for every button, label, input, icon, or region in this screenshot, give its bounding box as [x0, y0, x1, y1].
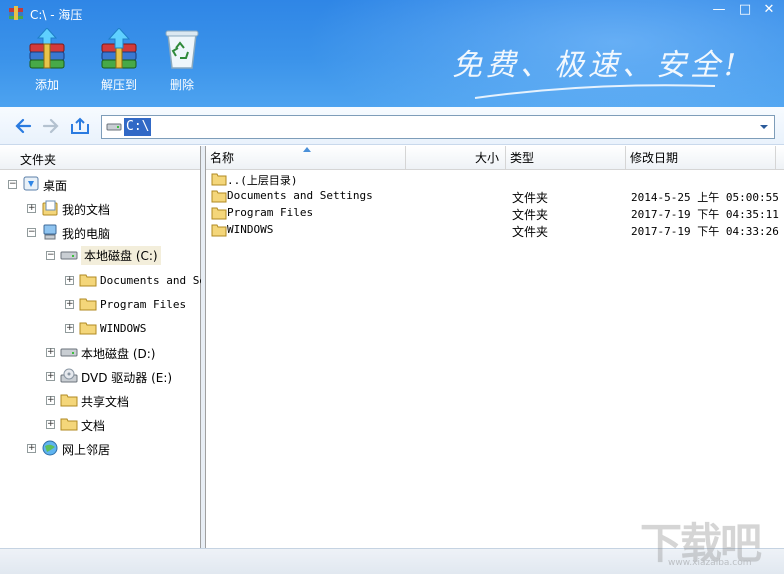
collapse-toggle[interactable]: − — [8, 180, 17, 189]
file-type: 文件夹 — [512, 208, 549, 222]
slogan: 免费、极速、安全! — [452, 48, 741, 83]
folder-icon — [79, 322, 97, 335]
expand-toggle[interactable]: + — [27, 204, 36, 213]
list-header: 名称 大小 类型 修改日期 — [206, 146, 784, 170]
tree-item-label: 网上邻居 — [62, 443, 111, 457]
collapse-toggle[interactable]: − — [46, 251, 55, 260]
expand-toggle[interactable]: + — [46, 396, 55, 405]
list-item[interactable]: Program Files 文件夹 2017-7-19 下午 04:35:11 — [206, 205, 784, 222]
tree-header: 文件夹 — [0, 146, 200, 170]
watermark-url: www.xiazaiba.com — [668, 558, 752, 568]
tree-item-label: 我的文档 — [62, 203, 111, 217]
app-logo-icon — [9, 6, 23, 20]
back-arrow-icon[interactable] — [14, 116, 34, 136]
expand-toggle[interactable]: + — [46, 372, 55, 381]
folder-icon — [60, 394, 78, 407]
collapse-toggle[interactable]: − — [27, 228, 36, 237]
desktop-icon — [23, 176, 39, 191]
extract-to-button[interactable]: 解压到 — [88, 28, 150, 98]
folder-icon — [211, 207, 227, 220]
folder-icon — [79, 274, 97, 287]
path-value[interactable]: C:\ — [124, 118, 152, 136]
minimize-button[interactable]: — — [710, 2, 728, 18]
file-modified: 2017-7-19 下午 04:35:11 — [631, 208, 779, 221]
tree-item-label: 文档 — [81, 419, 106, 433]
add-button[interactable]: 添加 — [16, 28, 78, 98]
tree-item-label: 本地磁盘 (C:) — [81, 246, 161, 265]
recycle-bin-icon — [165, 30, 199, 69]
close-button[interactable]: ✕ — [760, 2, 778, 18]
column-header-name[interactable]: 名称 — [206, 146, 406, 170]
list-item-parent-dir[interactable]: ..(上层目录) — [206, 171, 784, 188]
network-icon — [42, 440, 58, 456]
file-name: ..(上层目录) — [227, 174, 298, 187]
folder-icon — [211, 190, 227, 203]
file-modified: 2014-5-25 上午 05:00:55 — [631, 191, 779, 204]
tree-item-label: 本地磁盘 (D:) — [81, 347, 156, 361]
file-modified: 2017-7-19 下午 04:33:26 — [631, 225, 779, 238]
tree-item-label: Documents and Se — [100, 274, 206, 287]
tree-item-label: 我的电脑 — [62, 227, 111, 241]
dvd-icon — [60, 368, 78, 383]
slogan-swoosh — [474, 84, 716, 99]
expand-toggle[interactable]: + — [65, 300, 74, 309]
folder-icon — [60, 418, 78, 431]
file-name: Documents and Settings — [227, 189, 373, 202]
delete-label: 删除 — [169, 78, 194, 92]
file-type: 文件夹 — [512, 225, 549, 239]
add-label: 添加 — [34, 78, 59, 92]
expand-toggle[interactable]: + — [65, 324, 74, 333]
folder-tree: 文件夹 − 桌面 + 我的文档 − 我的电脑 − 本地磁盘 (C:) + Doc… — [0, 146, 206, 548]
folder-icon — [79, 298, 97, 311]
path-combobox[interactable]: C:\ — [101, 115, 775, 139]
tree-item-label: 共享文档 — [81, 395, 130, 409]
folder-icon — [211, 224, 227, 237]
computer-icon — [43, 224, 57, 240]
expand-toggle[interactable]: + — [65, 276, 74, 285]
expand-toggle[interactable]: + — [46, 348, 55, 357]
watermark: 下载吧 www.xiazaiba.com — [640, 510, 780, 570]
maximize-button[interactable]: □ — [736, 2, 754, 18]
tree-item-label: 桌面 — [43, 179, 68, 193]
drive-icon — [106, 123, 122, 131]
expand-toggle[interactable]: + — [27, 444, 36, 453]
delete-button[interactable]: 删除 — [151, 28, 213, 98]
column-header-modified[interactable]: 修改日期 — [626, 146, 776, 170]
column-header-size[interactable]: 大小 — [406, 146, 506, 170]
file-type: 文件夹 — [512, 191, 549, 205]
drive-icon — [60, 251, 78, 260]
extract-archive-icon — [101, 28, 137, 69]
tree-header-label: 文件夹 — [20, 153, 57, 167]
list-item[interactable]: Documents and Settings 文件夹 2014-5-25 上午 … — [206, 188, 784, 205]
tree-item-label: DVD 驱动器 (E:) — [81, 371, 173, 385]
file-name: Program Files — [227, 206, 314, 219]
forward-arrow-icon[interactable] — [40, 116, 60, 136]
documents-icon — [42, 200, 58, 216]
list-item[interactable]: WINDOWS 文件夹 2017-7-19 下午 04:33:26 — [206, 222, 784, 239]
tree-item-label: Program Files — [100, 298, 187, 311]
window-title: C:\ - 海压 — [30, 8, 83, 22]
title-bar: C:\ - 海压 — □ ✕ — [0, 0, 784, 26]
tree-item-label: WINDOWS — [100, 322, 147, 335]
folder-icon — [211, 173, 227, 186]
add-archive-icon — [29, 28, 65, 69]
chevron-down-icon[interactable] — [757, 120, 771, 134]
extract-to-label: 解压到 — [100, 78, 137, 92]
up-folder-icon[interactable] — [70, 116, 90, 136]
header: C:\ - 海压 — □ ✕ 添加 解压到 删除 免费、极速、安全! — [0, 0, 784, 107]
drive-icon — [60, 348, 78, 357]
file-list: 名称 大小 类型 修改日期 ..(上层目录) Documents and Set… — [206, 146, 784, 548]
file-name: WINDOWS — [227, 223, 274, 236]
column-header-type[interactable]: 类型 — [506, 146, 626, 170]
expand-toggle[interactable]: + — [46, 420, 55, 429]
